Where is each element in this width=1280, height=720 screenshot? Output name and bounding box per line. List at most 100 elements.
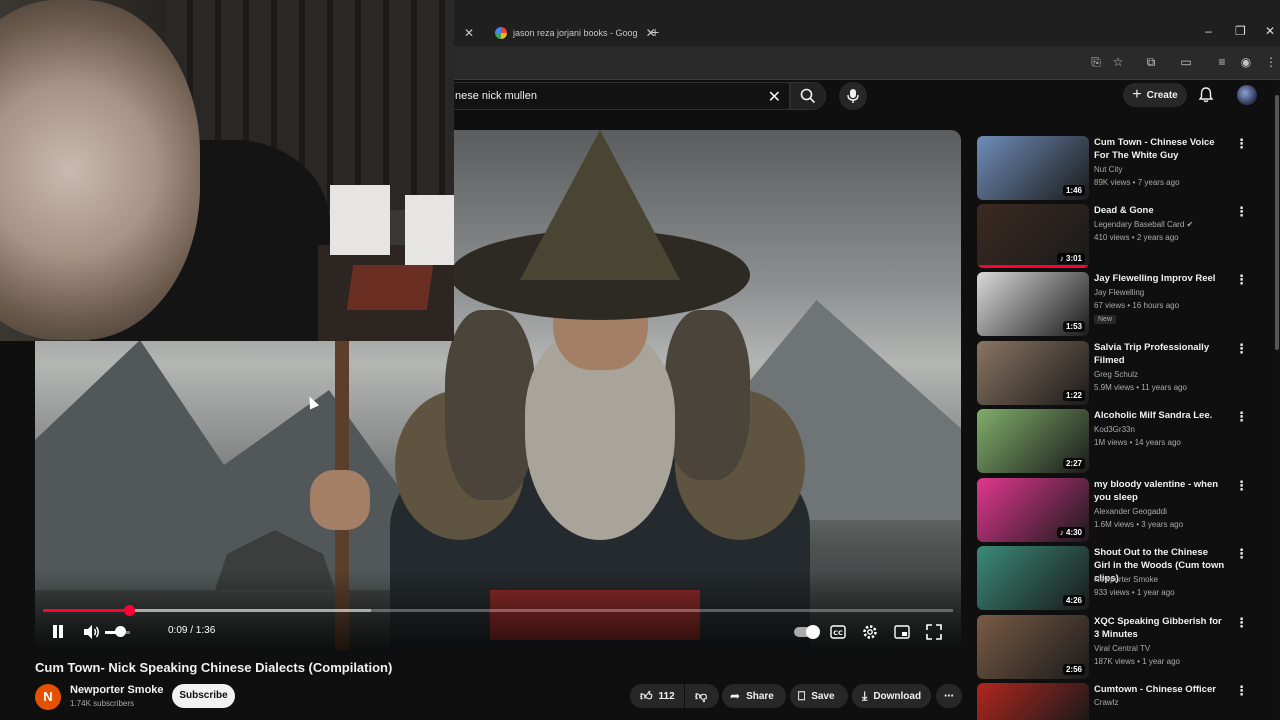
more-horizontal-icon: ⋯	[944, 690, 954, 702]
like-button[interactable]: 👍︎ 112	[630, 684, 684, 708]
tab-previous[interactable]: ✕	[456, 22, 474, 44]
settings-gear-icon[interactable]	[862, 624, 878, 640]
scrollbar-thumb[interactable]	[1275, 95, 1279, 350]
recommendation-title[interactable]: XQC Speaking Gibberish for 3 Minutes	[1094, 615, 1226, 641]
recommendation-item[interactable]: 1:46 Cum Town - Chinese Voice For The Wh…	[977, 136, 1257, 200]
browser-menu-icon[interactable]: ⋮	[1263, 54, 1279, 70]
video-thumbnail[interactable]: 1:53	[977, 272, 1089, 336]
sidebar-icon[interactable]: ▭	[1178, 54, 1194, 70]
duration-badge: 2:27	[1062, 458, 1085, 469]
thumbs-down-icon: 👎︎	[695, 688, 708, 703]
more-vertical-icon[interactable]: ⋮	[1235, 683, 1248, 699]
recommendation-title[interactable]: Cum Town - Chinese Voice For The White G…	[1094, 136, 1226, 162]
tab-google-search[interactable]: jason reza jorjani books - Goog ✕	[495, 22, 656, 44]
video-thumbnail[interactable]: 2:27	[977, 409, 1089, 473]
recommendation-title[interactable]: Cumtown - Chinese Officer	[1094, 683, 1226, 696]
recommendation-item[interactable]: 4:26 Shout Out to the Chinese Girl in th…	[977, 546, 1257, 610]
recommendation-item[interactable]: 2:56 XQC Speaking Gibberish for 3 Minute…	[977, 615, 1257, 679]
subscribe-button[interactable]: Subscribe	[172, 684, 235, 708]
channel-name[interactable]: Newporter Smoke	[70, 684, 164, 696]
channel-avatar[interactable]: N	[35, 684, 61, 710]
more-vertical-icon[interactable]: ⋮	[1235, 272, 1248, 288]
search-query[interactable]: nese nick mullen	[455, 90, 537, 102]
recommendation-channel[interactable]: Alexander Geogaddi	[1094, 507, 1167, 516]
recommendation-item[interactable]: 2:27 Alcoholic Milf Sandra Lee. Kod3Gr33…	[977, 409, 1257, 473]
recommendation-item[interactable]: Cumtown - Chinese Officer Crawlz ⋮	[977, 683, 1257, 720]
autoplay-toggle[interactable]	[794, 625, 820, 639]
recommendation-title[interactable]: my bloody valentine - when you sleep	[1094, 478, 1226, 504]
download-icon: ⤓	[862, 688, 868, 703]
fullscreen-icon[interactable]	[926, 624, 942, 640]
more-vertical-icon[interactable]: ⋮	[1235, 615, 1248, 631]
recommendation-meta: 5.9M views • 11 years ago	[1094, 383, 1187, 392]
recommendation-channel[interactable]: Kod3Gr33n	[1094, 425, 1135, 434]
create-button[interactable]: + Create	[1123, 83, 1187, 107]
video-thumbnail[interactable]: 4:26	[977, 546, 1089, 610]
recommendation-channel[interactable]: Newporter Smoke	[1094, 575, 1158, 584]
subscriber-count: 1.74K subscribers	[70, 699, 135, 708]
volume-knob[interactable]	[115, 626, 126, 637]
video-thumbnail[interactable]: ♪ 4:30	[977, 478, 1089, 542]
video-thumbnail[interactable]: ♪ 3:01	[977, 204, 1089, 268]
video-thumbnail[interactable]: 2:56	[977, 615, 1089, 679]
clear-search-icon[interactable]: ✕	[768, 87, 781, 107]
captions-icon[interactable]: CC	[830, 624, 846, 640]
recommendation-channel[interactable]: Viral Central TV	[1094, 644, 1150, 653]
search-button[interactable]	[790, 82, 826, 110]
share-button[interactable]: ➦ Share	[722, 684, 786, 708]
more-vertical-icon[interactable]: ⋮	[1235, 546, 1248, 562]
volume-icon[interactable]	[83, 624, 101, 640]
recommendation-channel[interactable]: Nut City	[1094, 165, 1122, 174]
recommendation-title[interactable]: Dead & Gone	[1094, 204, 1226, 217]
more-actions-button[interactable]: ⋯	[936, 684, 962, 708]
recommendation-meta: 89K views • 7 years ago	[1094, 178, 1180, 187]
video-thumbnail[interactable]	[977, 683, 1089, 720]
more-vertical-icon[interactable]: ⋮	[1235, 478, 1248, 494]
shopping-bag	[330, 185, 390, 255]
miniplayer-icon[interactable]	[894, 624, 910, 640]
recommendation-title[interactable]: Jay Flewelling Improv Reel	[1094, 272, 1226, 285]
account-avatar[interactable]	[1237, 85, 1257, 105]
recommendation-channel[interactable]: Greg Schulz	[1094, 370, 1138, 379]
duration-badge: 1:46	[1062, 185, 1085, 196]
recommendation-title[interactable]: Alcoholic Milf Sandra Lee.	[1094, 409, 1226, 422]
minimize-button[interactable]: –	[1205, 24, 1212, 38]
recommendation-item[interactable]: ♪ 3:01 Dead & Gone Legendary Baseball Ca…	[977, 204, 1257, 268]
more-vertical-icon[interactable]: ⋮	[1235, 136, 1248, 152]
wizard-hand	[310, 470, 370, 530]
bookmark-star-icon[interactable]: ☆	[1110, 54, 1126, 70]
media-controls-icon[interactable]: ≡	[1214, 54, 1230, 70]
restore-button[interactable]: ❐	[1235, 24, 1246, 38]
time-display: 0:09 / 1:36	[168, 625, 216, 636]
voice-search-button[interactable]	[839, 82, 867, 110]
more-vertical-icon[interactable]: ⋮	[1235, 341, 1248, 357]
close-tab-icon[interactable]: ✕	[464, 26, 474, 40]
notifications-bell-icon[interactable]	[1197, 86, 1215, 104]
dislike-button[interactable]: 👎︎	[685, 684, 719, 708]
close-window-button[interactable]: ✕	[1265, 24, 1275, 38]
extensions-icon[interactable]: ⧉	[1143, 54, 1159, 70]
search-icon	[800, 88, 816, 104]
more-vertical-icon[interactable]: ⋮	[1235, 409, 1248, 425]
plus-icon: +	[1132, 86, 1142, 103]
recommendation-item[interactable]: 1:22 Salvia Trip Professionally Filmed G…	[977, 341, 1257, 405]
pause-button[interactable]	[51, 624, 65, 640]
new-tab-button[interactable]: +	[651, 24, 659, 40]
recommendation-channel[interactable]: Crawlz	[1094, 698, 1118, 707]
video-thumbnail[interactable]: 1:46	[977, 136, 1089, 200]
recommendation-channel[interactable]: Legendary Baseball Card ✔	[1094, 220, 1193, 229]
download-button[interactable]: ⤓ Download	[852, 684, 931, 708]
more-vertical-icon[interactable]: ⋮	[1235, 204, 1248, 220]
search-input[interactable]: nese nick mullen ✕	[440, 82, 790, 110]
wizard-hair	[665, 310, 750, 480]
save-button[interactable]: ⎕ Save	[790, 684, 848, 708]
recommendation-channel[interactable]: Jay Flewelling	[1094, 288, 1144, 297]
video-thumbnail[interactable]: 1:22	[977, 341, 1089, 405]
recommendation-item[interactable]: ♪ 4:30 my bloody valentine - when you sl…	[977, 478, 1257, 542]
progress-bar[interactable]	[43, 605, 953, 616]
profile-icon[interactable]: ◉	[1238, 54, 1254, 70]
recommendation-item[interactable]: 1:53 Jay Flewelling Improv Reel Jay Flew…	[977, 272, 1257, 336]
scrubber-handle[interactable]	[123, 605, 135, 616]
recommendation-title[interactable]: Salvia Trip Professionally Filmed	[1094, 341, 1226, 367]
install-app-icon[interactable]: ⎘	[1088, 54, 1104, 70]
